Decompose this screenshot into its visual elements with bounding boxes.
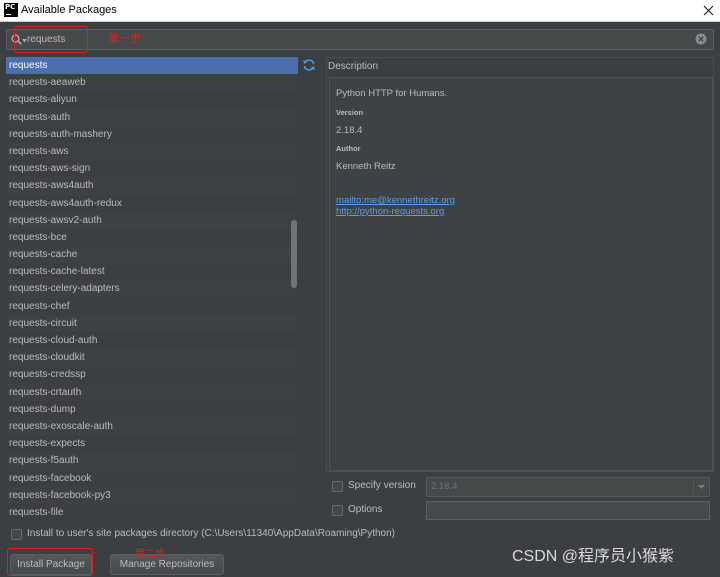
version-dropdown-value: 2.18.4 — [431, 481, 458, 492]
install-user-label[interactable]: Install to user's site packages director… — [27, 528, 395, 540]
package-list-item[interactable]: requests-aws4auth — [6, 177, 298, 195]
package-list-item[interactable]: requests-f5auth — [6, 452, 298, 470]
annotation-box-search — [14, 26, 88, 53]
package-list-item[interactable]: requests-cache-latest — [6, 263, 298, 280]
author-label: Author — [336, 144, 361, 153]
manage-repositories-button[interactable]: Manage Repositories — [110, 554, 224, 575]
annotation-step2: 第二步 — [135, 549, 165, 560]
app-icon-text: PC — [5, 3, 16, 11]
pycharm-icon: PC — [4, 3, 18, 17]
package-list[interactable]: requests requests-aeaweb requests-aliyun… — [6, 57, 298, 522]
window-title: Available Packages — [21, 4, 117, 16]
package-list-item[interactable]: requests-dump — [6, 401, 298, 418]
package-list-item[interactable]: requests-facebook — [6, 470, 298, 487]
description-header: Description — [328, 61, 379, 72]
clear-icon[interactable] — [695, 33, 707, 45]
version-value: 2.18.4 — [336, 125, 363, 136]
package-list-item[interactable]: requests-file — [6, 504, 298, 521]
specify-version-label[interactable]: Specify version — [348, 480, 416, 492]
package-list-item[interactable]: requests-bce — [6, 229, 298, 246]
version-label: Version — [336, 108, 364, 117]
description-content — [329, 77, 713, 471]
package-list-item[interactable]: requests-credssp — [6, 366, 298, 383]
package-list-item[interactable]: requests-auth-mashery — [6, 126, 298, 143]
package-list-item[interactable]: requests-circuit — [6, 314, 298, 332]
package-list-item[interactable]: requests-cloud-auth — [6, 332, 298, 349]
list-scrollbar-thumb[interactable] — [291, 220, 297, 288]
package-list-item[interactable]: requests-aeaweb — [6, 74, 298, 92]
package-list-item[interactable]: requests-exoscale-auth — [6, 417, 298, 436]
watermark: CSDN @程序员小猴紫 — [512, 548, 675, 565]
author-email-link[interactable]: mailto:me@kennethreitz.org — [336, 195, 455, 206]
package-list-item[interactable]: requests-aws4auth-redux — [6, 195, 298, 212]
package-list-item[interactable]: requests — [6, 57, 298, 75]
options-field[interactable] — [426, 501, 710, 520]
package-list-item[interactable]: requests-chef — [6, 298, 298, 315]
author-value: Kenneth Reitz — [336, 161, 396, 172]
annotation-step1: 第一步 — [108, 33, 141, 45]
package-list-item[interactable]: requests-crtauth — [6, 383, 298, 401]
package-list-item[interactable]: requests-aliyun — [6, 91, 298, 108]
package-list-item[interactable]: requests-facebook-py3 — [6, 486, 298, 504]
version-dropdown[interactable]: 2.18.4 — [426, 477, 710, 497]
options-label[interactable]: Options — [348, 504, 382, 516]
package-summary: Python HTTP for Humans. — [336, 88, 448, 99]
package-list-item[interactable]: requests-celery-adapters — [6, 280, 298, 298]
package-list-item[interactable]: requests-cache — [6, 246, 298, 264]
package-list-item[interactable]: requests-cloudkit — [6, 349, 298, 367]
install-user-checkbox[interactable] — [11, 529, 22, 540]
package-list-item[interactable]: requests-expects — [6, 435, 298, 452]
package-list-item[interactable]: requests-awsv2-auth — [6, 211, 298, 229]
close-icon[interactable] — [703, 5, 714, 16]
options-checkbox[interactable] — [332, 505, 343, 516]
title-bar: PC Available Packages — [0, 0, 720, 22]
chevron-down-icon[interactable] — [698, 485, 705, 489]
package-list-item[interactable]: requests-aws-sign — [6, 160, 298, 177]
package-list-item[interactable]: requests-auth — [6, 108, 298, 126]
homepage-link[interactable]: http://python-requests.org — [336, 206, 444, 217]
refresh-icon[interactable] — [302, 58, 316, 72]
annotation-box-install — [7, 548, 93, 576]
package-list-item[interactable]: requests-aws — [6, 142, 298, 161]
specify-version-checkbox[interactable] — [332, 481, 343, 492]
